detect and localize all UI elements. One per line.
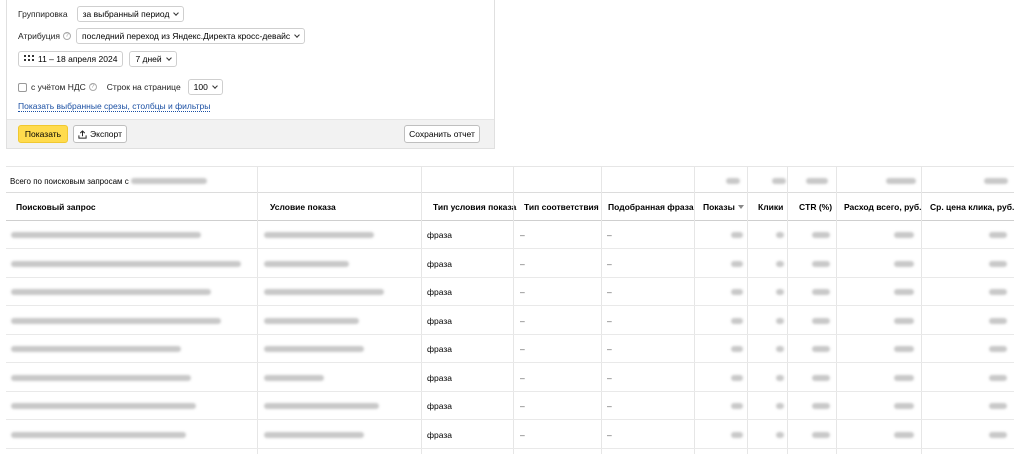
chevron-down-icon [173, 10, 180, 16]
panel-footer: Показать Экспорт Сохранить отчет [7, 119, 494, 148]
save-report-button[interactable]: Сохранить отчет [404, 125, 480, 143]
date-row: 11 – 18 апреля 2024 7 дней [18, 51, 177, 67]
matched-phrase-cell: – [607, 401, 612, 411]
col-avg-cpc[interactable]: Ср. цена клика, руб. [930, 193, 1014, 221]
col-impressions[interactable]: Показы [703, 193, 744, 221]
show-selected-link[interactable]: Показать выбранные срезы, столбцы и филь… [18, 101, 211, 112]
rows-per-page-label: Строк на странице [106, 82, 181, 92]
condition-type-cell: фраза [427, 429, 452, 440]
matched-phrase-cell: – [607, 344, 612, 354]
export-button[interactable]: Экспорт [73, 125, 127, 143]
match-type-cell: – [520, 315, 525, 326]
condition-type-cell: фраза [427, 287, 452, 297]
search-queries-table: Всего по поисковым запросам с Поисковый … [6, 166, 1014, 454]
calendar-icon [24, 55, 34, 63]
table-row: фраза – – [6, 364, 1014, 392]
export-button-label: Экспорт [90, 129, 122, 139]
summary-label: Всего по поисковым запросам с [10, 167, 207, 195]
matched-phrase-cell: – [607, 372, 612, 383]
grouping-select[interactable]: за выбранный период [76, 6, 185, 22]
match-type-cell: – [520, 258, 525, 269]
show-button[interactable]: Показать [18, 125, 68, 143]
period-value: 7 дней [135, 54, 162, 64]
period-select[interactable]: 7 дней [129, 51, 177, 67]
date-range-picker[interactable]: 11 – 18 апреля 2024 [18, 51, 124, 67]
match-type-cell: – [520, 372, 525, 383]
match-type-cell: – [520, 287, 525, 297]
sort-down-icon [737, 205, 744, 209]
matched-phrase-cell: – [607, 287, 612, 297]
table-row: фраза – – [6, 221, 1014, 249]
match-type-cell: – [520, 401, 525, 411]
help-icon[interactable]: ? [63, 32, 72, 40]
help-icon[interactable]: ? [88, 83, 97, 91]
vat-label: с учётом НДС [31, 82, 86, 92]
save-report-button-label: Сохранить отчет [409, 129, 475, 139]
table-header: Поисковый запрос Условие показа Тип усло… [6, 193, 1014, 221]
matched-phrase-cell: – [607, 315, 612, 326]
condition-type-cell: фраза [427, 258, 452, 269]
col-matched-phrase[interactable]: Подобранная фраза [608, 193, 694, 221]
matched-phrase-cell: – [607, 258, 612, 269]
table-row: фраза – – [6, 392, 1014, 420]
match-type-cell: – [520, 429, 525, 440]
matched-phrase-cell: – [607, 429, 612, 440]
report-settings-panel: Группировка за выбранный период Атрибуци… [6, 0, 495, 149]
options-row: с учётом НДС ? Строк на странице 100 [18, 79, 223, 95]
condition-type-cell: фраза [427, 315, 452, 326]
table-row: фраза – – [6, 250, 1014, 278]
col-clicks[interactable]: Клики [758, 193, 783, 221]
grouping-label: Группировка [18, 9, 68, 19]
condition-type-cell: фраза [427, 230, 452, 240]
col-match-type[interactable]: Тип соответствия [524, 193, 599, 221]
match-type-cell: – [520, 230, 525, 240]
attribution-label: Атрибуция [18, 31, 61, 41]
summary-row: Всего по поисковым запросам с [6, 166, 1014, 193]
attribution-select[interactable]: последний переход из Яндекс.Директа крос… [76, 28, 306, 44]
date-range-value: 11 – 18 апреля 2024 [38, 54, 118, 64]
matched-phrase-cell: – [607, 230, 612, 240]
chevron-down-icon [165, 55, 172, 61]
grouping-value: за выбранный период [82, 9, 170, 19]
table-row: фраза – – [6, 278, 1014, 306]
vat-checkbox[interactable] [18, 82, 27, 92]
col-search-query[interactable]: Поисковый запрос [16, 193, 96, 221]
table-row: фраза – – [6, 421, 1014, 449]
link-row: Показать выбранные срезы, столбцы и филь… [18, 101, 211, 112]
rows-per-page-value: 100 [193, 82, 208, 92]
attribution-row: Атрибуция ? последний переход из Яндекс.… [18, 28, 306, 44]
table-row: фраза – – [6, 307, 1014, 335]
condition-type-cell: фраза [427, 401, 452, 411]
col-total-spend[interactable]: Расход всего, руб. [844, 193, 921, 221]
condition-type-cell: фраза [427, 344, 452, 354]
rows-per-page-select[interactable]: 100 [187, 79, 223, 95]
col-show-condition[interactable]: Условие показа [270, 193, 336, 221]
col-ctr[interactable]: CTR (%) [799, 193, 832, 221]
match-type-cell: – [520, 344, 525, 354]
condition-type-cell: фраза [427, 372, 452, 383]
chevron-down-icon [212, 83, 218, 89]
chevron-down-icon [294, 32, 301, 38]
show-button-label: Показать [24, 129, 62, 139]
attribution-value: последний переход из Яндекс.Директа крос… [82, 31, 291, 41]
export-icon [78, 129, 87, 139]
grouping-row: Группировка за выбранный период [18, 6, 185, 22]
col-condition-type[interactable]: Тип условия показа [433, 193, 516, 221]
table-row: фраза – – [6, 335, 1014, 363]
